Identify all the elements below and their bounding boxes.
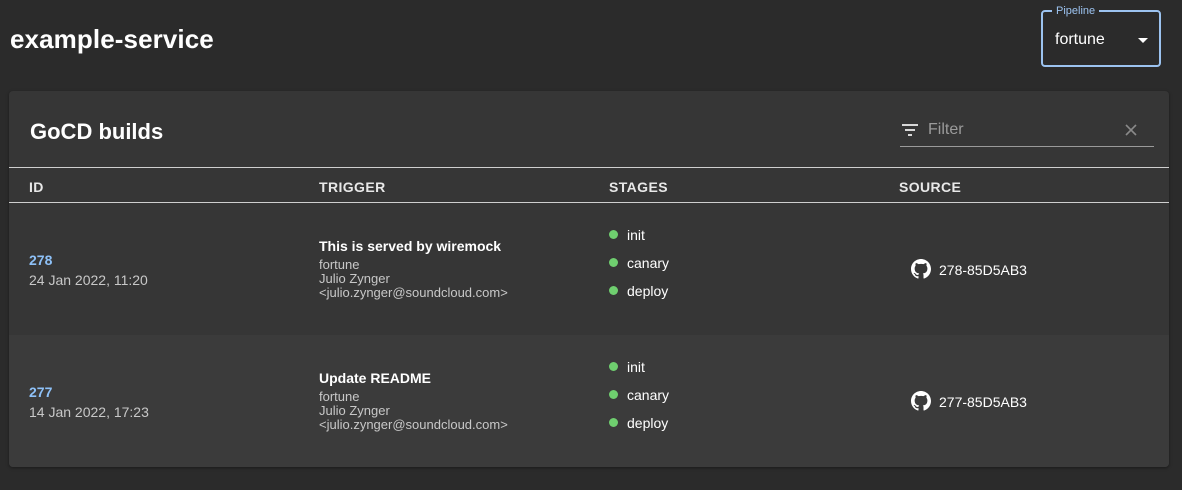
pipeline-select-label: Pipeline	[1052, 4, 1100, 18]
page-header: example-service Pipeline fortune	[0, 0, 1182, 80]
github-icon	[911, 259, 931, 279]
trigger-author: Julio Zynger	[319, 403, 390, 418]
status-success-icon	[609, 418, 618, 427]
build-id-link[interactable]: 277	[29, 384, 52, 400]
status-success-icon	[609, 286, 618, 295]
source-label: 277-85D5AB3	[939, 394, 1027, 410]
status-success-icon	[609, 390, 618, 399]
stage-label: deploy	[627, 283, 669, 299]
stage-deploy[interactable]: deploy	[609, 415, 668, 431]
trigger-email: <julio.zynger@soundcloud.com>	[319, 285, 508, 300]
builds-card: GoCD builds ID TRIGGER STAGES SOURCE 278…	[9, 91, 1169, 467]
trigger-author: Julio Zynger	[319, 271, 390, 286]
column-header-source: SOURCE	[899, 179, 962, 195]
table-header: ID TRIGGER STAGES SOURCE	[9, 167, 1169, 203]
status-success-icon	[609, 362, 618, 371]
column-header-id: ID	[29, 179, 44, 195]
stage-canary[interactable]: canary	[609, 255, 669, 271]
pipeline-select-value: fortune	[1055, 31, 1105, 48]
card-title: GoCD builds	[30, 119, 164, 144]
stage-init[interactable]: init	[609, 227, 645, 243]
build-id-link[interactable]: 278	[29, 252, 52, 268]
page-title: example-service	[10, 24, 214, 54]
stage-label: init	[627, 227, 645, 243]
build-date: 24 Jan 2022, 11:20	[29, 272, 148, 288]
trigger-title: This is served by wiremock	[319, 238, 502, 254]
filter-icon	[902, 124, 918, 136]
status-success-icon	[609, 230, 618, 239]
stage-label: deploy	[627, 415, 669, 431]
source-label: 278-85D5AB3	[939, 262, 1027, 278]
trigger-title: Update README	[319, 370, 432, 386]
build-date: 14 Jan 2022, 17:23	[29, 404, 149, 420]
stage-canary[interactable]: canary	[609, 387, 669, 403]
trigger-pipeline: fortune	[319, 389, 360, 404]
column-header-trigger: TRIGGER	[319, 179, 386, 195]
trigger-email: <julio.zynger@soundcloud.com>	[319, 417, 508, 432]
pipeline-select[interactable]: Pipeline fortune	[1041, 4, 1161, 67]
close-icon[interactable]	[1125, 124, 1137, 136]
stage-label: canary	[627, 387, 670, 403]
stage-init[interactable]: init	[609, 359, 645, 375]
table-row: 278 24 Jan 2022, 11:20 This is served by…	[9, 203, 1169, 335]
stage-deploy[interactable]: deploy	[609, 283, 668, 299]
github-icon	[911, 391, 931, 411]
stage-label: canary	[627, 255, 670, 271]
stage-label: init	[627, 359, 645, 375]
column-header-stages: STAGES	[609, 179, 668, 195]
table-row: 277 14 Jan 2022, 17:23 Update README for…	[9, 335, 1169, 467]
filter-field	[900, 115, 1154, 147]
caret-down-icon	[1138, 38, 1148, 43]
filter-input[interactable]	[928, 119, 1118, 141]
trigger-pipeline: fortune	[319, 257, 360, 272]
status-success-icon	[609, 258, 618, 267]
